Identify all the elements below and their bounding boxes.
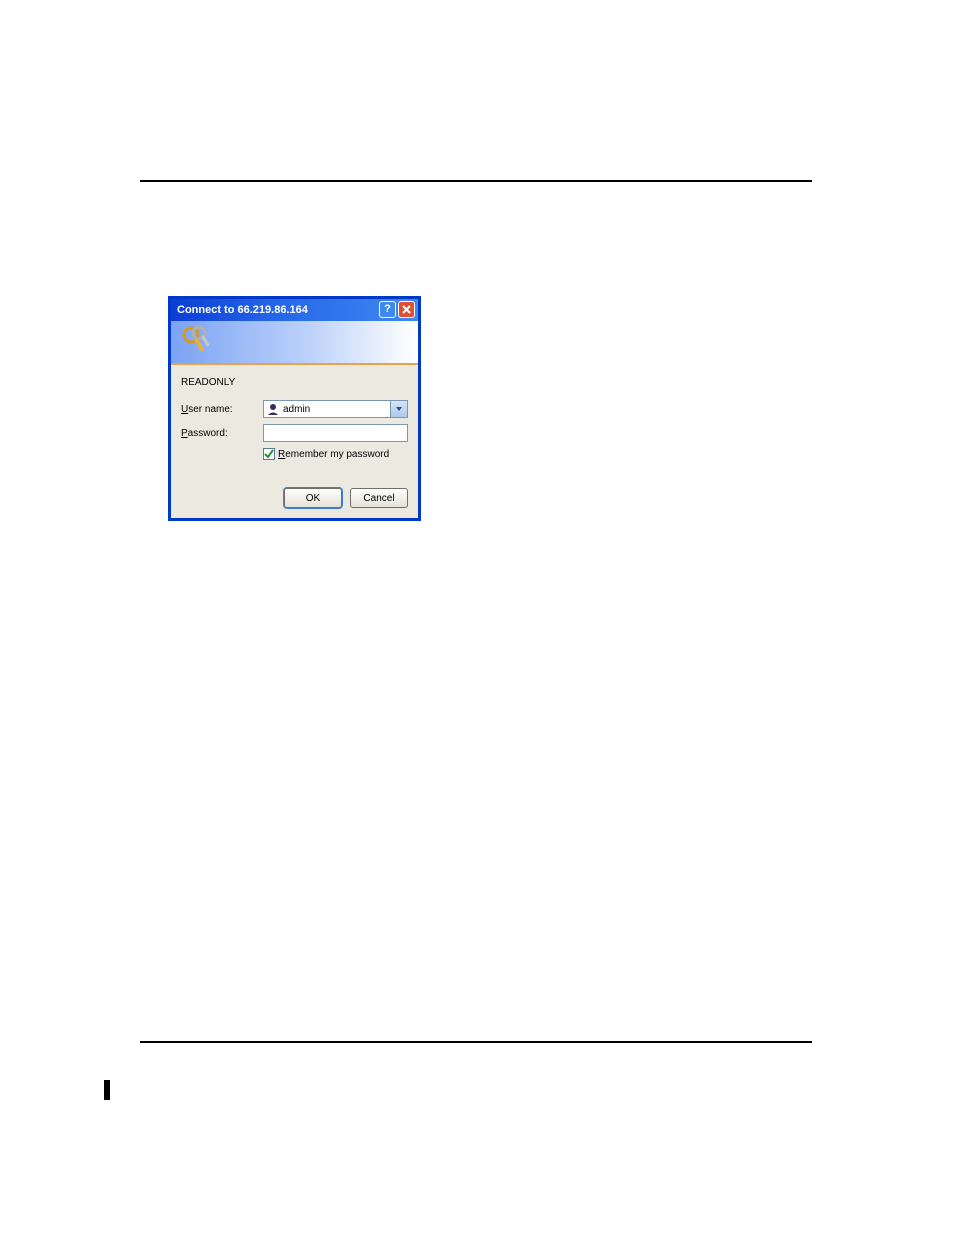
password-label: Password: xyxy=(181,428,263,439)
cancel-button[interactable]: Cancel xyxy=(350,488,408,508)
help-button[interactable]: ? xyxy=(379,301,396,318)
titlebar: Connect to 66.219.86.164 ? xyxy=(171,299,418,321)
check-icon xyxy=(264,449,274,459)
user-icon xyxy=(266,402,280,416)
auth-dialog: Connect to 66.219.86.164 ? READONLY User… xyxy=(168,296,421,521)
window-title: Connect to 66.219.86.164 xyxy=(177,304,308,316)
username-combobox[interactable]: admin xyxy=(263,400,408,418)
keys-icon xyxy=(179,325,213,359)
password-row: Password: xyxy=(181,424,408,442)
close-icon xyxy=(402,305,411,314)
username-label: User name: xyxy=(181,404,263,415)
page-bar xyxy=(104,1080,110,1100)
dialog-banner xyxy=(171,321,418,365)
dialog-body: READONLY User name: admin Password: xyxy=(171,365,418,460)
button-row: OK Cancel xyxy=(284,488,408,508)
username-row: User name: admin xyxy=(181,400,408,418)
ok-button[interactable]: OK xyxy=(284,488,342,508)
realm-text: READONLY xyxy=(181,377,408,388)
remember-checkbox[interactable] xyxy=(263,448,275,460)
bottom-rule xyxy=(140,1041,812,1043)
password-input[interactable] xyxy=(263,424,408,442)
top-rule xyxy=(140,180,812,182)
remember-label: Remember my password xyxy=(278,449,389,460)
chevron-down-icon[interactable] xyxy=(390,401,407,417)
close-button[interactable] xyxy=(398,301,415,318)
remember-row: Remember my password xyxy=(263,448,408,460)
username-value: admin xyxy=(283,404,310,415)
